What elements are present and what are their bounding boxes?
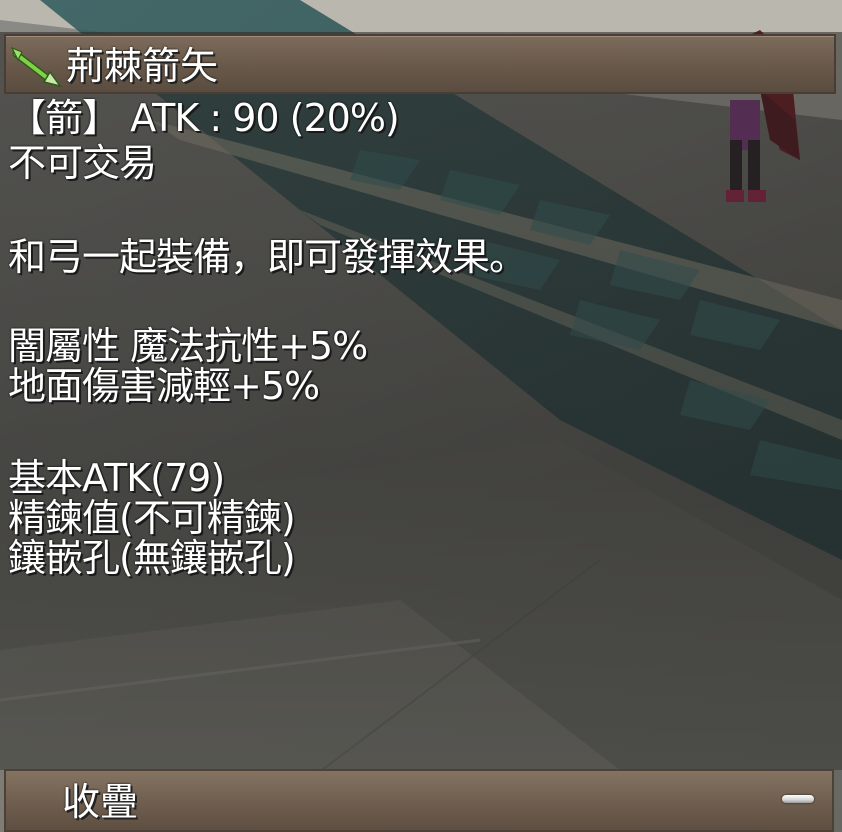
effect-line-1: 闇屬性 魔法抗性+5%	[8, 324, 368, 368]
item-name: 荊棘箭矢	[66, 44, 219, 88]
tooltip-title-bar[interactable]: 荊棘箭矢	[4, 34, 836, 94]
socket-info: 鑲嵌孔(無鑲嵌孔)	[8, 536, 296, 580]
minus-icon[interactable]	[782, 795, 814, 803]
trade-restriction: 不可交易	[8, 141, 157, 185]
item-tooltip: 荊棘箭矢 【箭】 ATK : 90 (20%) 不可交易 和弓一起裝備，即可發揮…	[0, 32, 842, 832]
refine-value: 精鍊值(不可精鍊)	[8, 496, 296, 540]
effect-line-2: 地面傷害減輕+5%	[8, 364, 320, 408]
item-details: 【箭】 ATK : 90 (20%) 不可交易 和弓一起裝備，即可發揮效果。 闇…	[8, 96, 527, 580]
collapse-button[interactable]: 收疊	[4, 769, 834, 832]
base-atk: 基本ATK(79)	[8, 456, 225, 500]
collapse-label: 收疊	[62, 780, 139, 824]
equip-note: 和弓一起裝備，即可發揮效果。	[8, 235, 527, 279]
arrow-icon	[10, 46, 62, 88]
item-type-attack: 【箭】 ATK : 90 (20%)	[8, 96, 400, 140]
